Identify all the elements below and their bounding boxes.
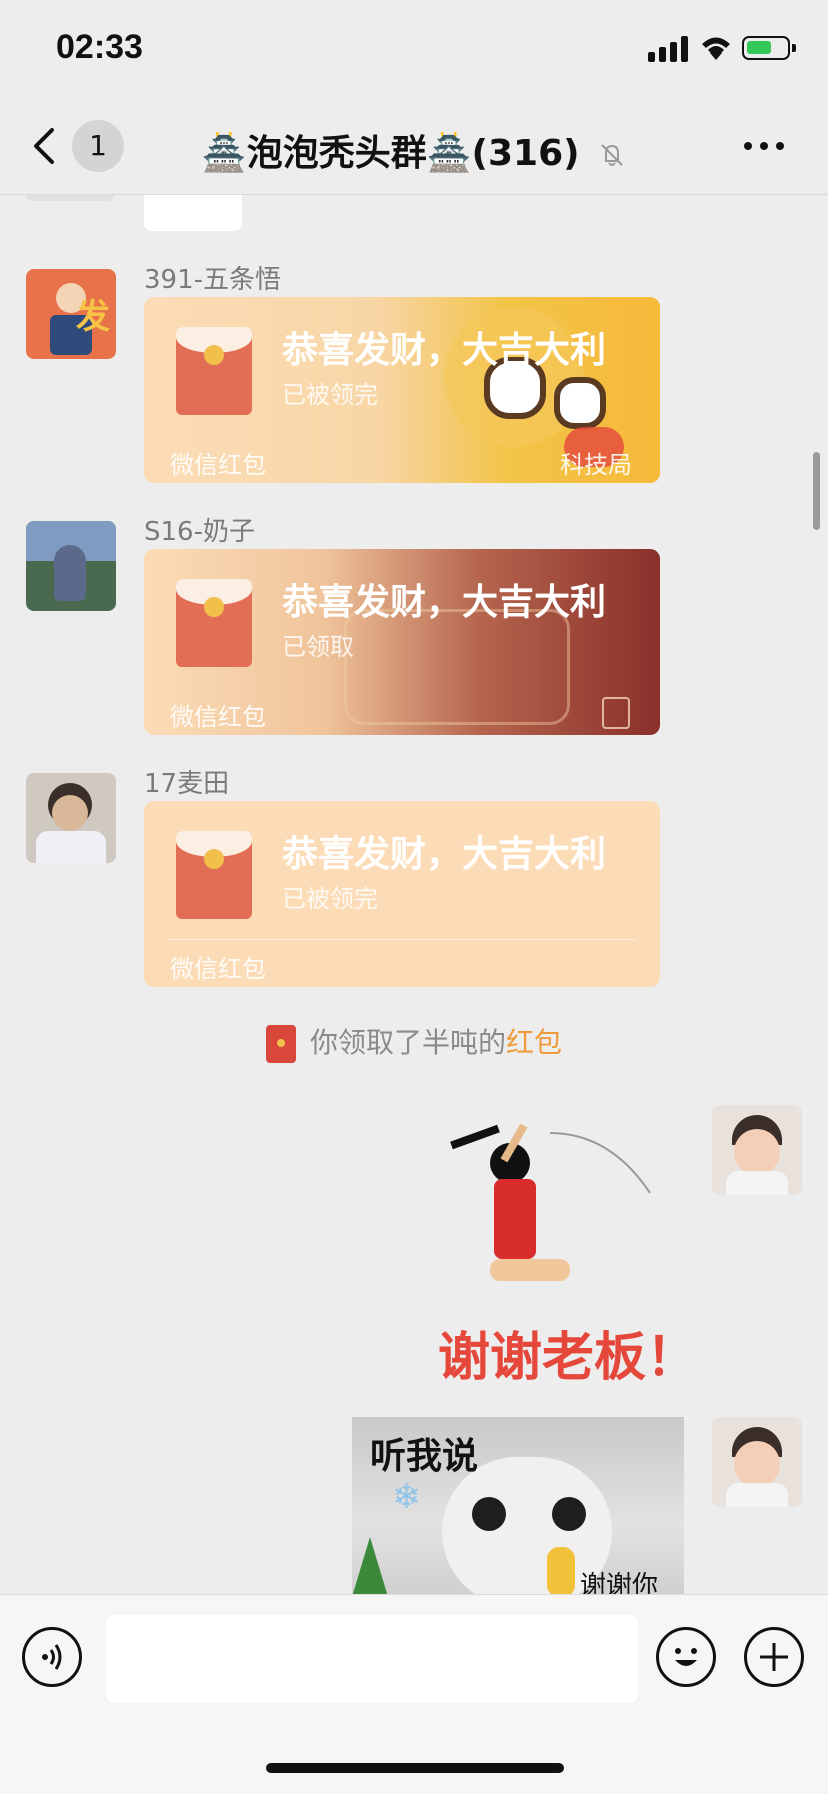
chat-title-text: 🏯泡泡秃头群🏯(316)	[201, 133, 580, 174]
chat-area: 发 391-五条悟 恭喜发财，大吉大利 已被领完 微信红包 科技局 S16-奶子…	[0, 195, 828, 1595]
brand-logo-icon	[602, 697, 630, 729]
more-options-icon[interactable]	[744, 142, 784, 150]
scrollbar[interactable]	[813, 452, 820, 530]
sticker-caption-bottom: 谢谢你	[580, 1571, 659, 1595]
system-message-text: 你领取了半吨的	[309, 1026, 506, 1059]
red-packet-link[interactable]: 红包	[506, 1026, 562, 1059]
message-bubble-partial	[144, 195, 242, 231]
red-packet-status: 已被领完	[282, 381, 378, 409]
status-time: 02:33	[56, 28, 143, 66]
avatar[interactable]: 发	[26, 269, 116, 359]
sender-name: 17麦田	[144, 769, 230, 799]
avatar-partial	[26, 195, 114, 201]
plus-icon	[760, 1643, 788, 1671]
emoji-icon	[675, 1648, 697, 1666]
red-packet-title: 恭喜发财，大吉大利	[282, 330, 607, 371]
red-packet-title: 恭喜发财，大吉大利	[282, 582, 607, 623]
red-packet-source: 微信红包	[170, 451, 266, 479]
sticker-caption: 谢谢老板！	[438, 1328, 699, 1388]
sender-name: S16-奶子	[144, 517, 255, 547]
battery-icon	[742, 36, 796, 60]
avatar[interactable]	[26, 521, 116, 611]
red-packet-icon	[176, 579, 252, 667]
my-avatar[interactable]	[712, 1105, 802, 1195]
voice-icon	[42, 1644, 62, 1670]
red-packet-card[interactable]: 恭喜发财，大吉大利 已被领完 微信红包 科技局	[144, 297, 660, 483]
chat-title: 🏯泡泡秃头群🏯(316)	[0, 124, 828, 176]
more-functions-button[interactable]	[744, 1627, 804, 1687]
input-bar	[0, 1594, 828, 1794]
avatar[interactable]	[26, 773, 116, 863]
wifi-icon	[702, 37, 730, 60]
home-indicator	[266, 1763, 564, 1773]
motion-lines-icon	[549, 1132, 651, 1194]
red-packet-source: 微信红包	[170, 955, 266, 983]
chat-header: 1 🏯泡泡秃头群🏯(316)	[0, 100, 828, 195]
signal-icon	[648, 36, 688, 62]
red-packet-card[interactable]: 恭喜发财，大吉大利 已被领完 微信红包	[144, 801, 660, 987]
voice-button[interactable]	[22, 1627, 82, 1687]
my-avatar[interactable]	[712, 1417, 802, 1507]
red-packet-card[interactable]: 恭喜发财，大吉大利 已领取 微信红包	[144, 549, 660, 735]
red-packet-status: 已领取	[282, 633, 354, 661]
red-packet-icon	[265, 1025, 296, 1063]
status-bar: 02:33	[0, 0, 828, 100]
sticker-caption: 听我说	[370, 1436, 479, 1477]
mute-icon	[601, 144, 623, 166]
emoji-button[interactable]	[656, 1627, 716, 1687]
red-packet-status: 已被领完	[282, 885, 378, 913]
red-packet-icon	[176, 831, 252, 919]
red-packet-icon	[176, 327, 252, 415]
red-packet-title: 恭喜发财，大吉大利	[282, 834, 607, 875]
tree-icon	[352, 1537, 388, 1595]
sender-name: 391-五条悟	[144, 265, 282, 295]
system-message: 你领取了半吨的红包	[0, 1021, 828, 1063]
card-divider	[168, 939, 636, 940]
red-packet-brand: 科技局	[560, 451, 632, 479]
image-sticker[interactable]: ❄ 听我说 谢谢你	[352, 1417, 684, 1595]
snowflake-icon: ❄	[392, 1477, 421, 1517]
red-packet-source: 微信红包	[170, 703, 266, 731]
message-input[interactable]	[106, 1615, 638, 1703]
